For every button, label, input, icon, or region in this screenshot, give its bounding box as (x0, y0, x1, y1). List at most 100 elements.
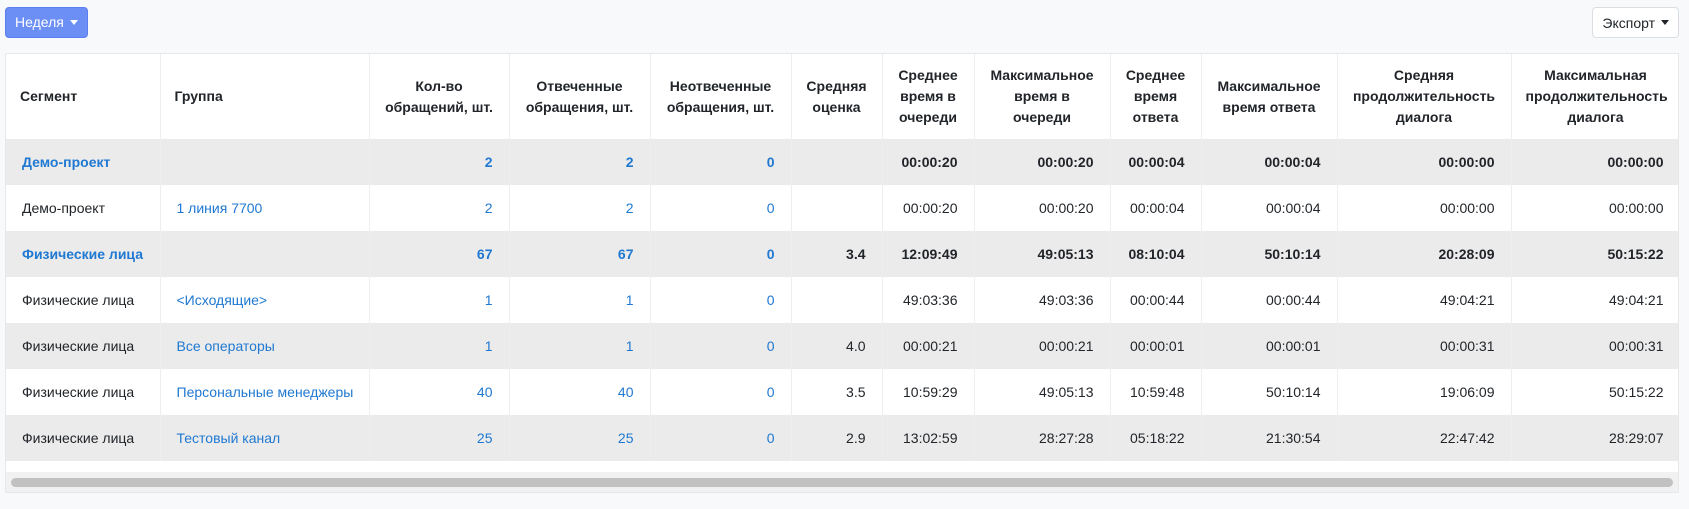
period-dropdown-label: Неделя (15, 14, 64, 30)
max-dialog-cell: 00:00:31 (1511, 323, 1678, 369)
rating-cell (791, 139, 883, 185)
rating-cell: 4.0 (791, 323, 883, 369)
answered-cell[interactable]: 1 (509, 277, 651, 323)
max-dialog-cell: 00:00:00 (1511, 185, 1678, 231)
header-avg-answer[interactable]: Среднее время ответа (1110, 54, 1202, 139)
table-row: Демо-проект 2 2 0 00:00:20 00:00:20 00:0… (6, 139, 1678, 185)
total-cell[interactable]: 2 (369, 185, 510, 231)
period-dropdown-button[interactable]: Неделя (5, 7, 88, 38)
max-queue-cell: 49:05:13 (974, 369, 1111, 415)
total-cell[interactable]: 25 (369, 415, 510, 461)
segment-cell[interactable]: Демо-проект (6, 139, 161, 185)
total-cell[interactable]: 1 (369, 323, 510, 369)
max-queue-cell: 00:00:20 (974, 139, 1111, 185)
header-max-dialog[interactable]: Максимальная продолжительность диалога (1511, 54, 1678, 139)
avg-answer-cell: 00:00:04 (1110, 139, 1202, 185)
total-cell[interactable]: 1 (369, 277, 510, 323)
table-row: Физические лица Персональные менеджеры 4… (6, 369, 1678, 415)
header-unanswered[interactable]: Неотвеченные обращения, шт. (650, 54, 792, 139)
header-rating[interactable]: Средняя оценка (791, 54, 883, 139)
report-table: Сегмент Группа Кол-во обращений, шт. Отв… (6, 54, 1678, 461)
toolbar: Неделя Экспорт (0, 0, 1689, 50)
segment-cell: Физические лица (6, 323, 161, 369)
total-cell[interactable]: 40 (369, 369, 510, 415)
answered-cell[interactable]: 1 (509, 323, 651, 369)
horizontal-scrollbar[interactable] (6, 472, 1678, 492)
max-dialog-cell: 49:04:21 (1511, 277, 1678, 323)
answered-cell[interactable]: 67 (509, 231, 651, 277)
avg-queue-cell: 00:00:21 (882, 323, 975, 369)
avg-queue-cell: 13:02:59 (882, 415, 975, 461)
avg-dialog-cell: 00:00:00 (1337, 139, 1512, 185)
max-queue-cell: 00:00:21 (974, 323, 1111, 369)
total-cell[interactable]: 2 (369, 139, 510, 185)
group-cell[interactable]: Персональные менеджеры (160, 369, 370, 415)
header-avg-dialog[interactable]: Средняя продолжительность диалога (1337, 54, 1512, 139)
answered-cell[interactable]: 2 (509, 185, 651, 231)
table-row: Физические лица Тестовый канал 25 25 0 2… (6, 415, 1678, 461)
group-cell (160, 231, 370, 277)
export-dropdown-button[interactable]: Экспорт (1592, 7, 1679, 38)
answered-cell[interactable]: 25 (509, 415, 651, 461)
rating-cell (791, 185, 883, 231)
scrollbar-thumb[interactable] (11, 478, 1673, 487)
avg-dialog-cell: 20:28:09 (1337, 231, 1512, 277)
avg-dialog-cell: 00:00:00 (1337, 185, 1512, 231)
max-answer-cell: 00:00:01 (1201, 323, 1338, 369)
max-queue-cell: 49:03:36 (974, 277, 1111, 323)
max-answer-cell: 00:00:04 (1201, 139, 1338, 185)
answered-cell[interactable]: 2 (509, 139, 651, 185)
header-max-answer[interactable]: Максимальное время ответа (1201, 54, 1338, 139)
group-cell[interactable]: Тестовый канал (160, 415, 370, 461)
header-answered[interactable]: Отвеченные обращения, шт. (509, 54, 651, 139)
max-dialog-cell: 00:00:00 (1511, 139, 1678, 185)
max-answer-cell: 50:10:14 (1201, 369, 1338, 415)
unanswered-cell[interactable]: 0 (650, 139, 792, 185)
segment-cell: Физические лица (6, 277, 161, 323)
header-max-queue[interactable]: Максимальное время в очереди (974, 54, 1111, 139)
max-answer-cell: 21:30:54 (1201, 415, 1338, 461)
rating-cell: 2.9 (791, 415, 883, 461)
unanswered-cell[interactable]: 0 (650, 369, 792, 415)
avg-answer-cell: 00:00:44 (1110, 277, 1202, 323)
table-header-row: Сегмент Группа Кол-во обращений, шт. Отв… (6, 54, 1678, 139)
answered-cell[interactable]: 40 (509, 369, 651, 415)
chevron-down-icon (69, 20, 78, 25)
unanswered-cell[interactable]: 0 (650, 185, 792, 231)
group-cell (160, 139, 370, 185)
avg-answer-cell: 10:59:48 (1110, 369, 1202, 415)
total-cell[interactable]: 67 (369, 231, 510, 277)
max-dialog-cell: 50:15:22 (1511, 231, 1678, 277)
avg-dialog-cell: 00:00:31 (1337, 323, 1512, 369)
max-queue-cell: 28:27:28 (974, 415, 1111, 461)
header-avg-queue[interactable]: Среднее время в очереди (882, 54, 975, 139)
unanswered-cell[interactable]: 0 (650, 415, 792, 461)
max-answer-cell: 50:10:14 (1201, 231, 1338, 277)
rating-cell: 3.5 (791, 369, 883, 415)
rating-cell (791, 277, 883, 323)
table-row: Физические лица <Исходящие> 1 1 0 49:03:… (6, 277, 1678, 323)
max-answer-cell: 00:00:44 (1201, 277, 1338, 323)
rating-cell: 3.4 (791, 231, 883, 277)
header-segment[interactable]: Сегмент (6, 54, 161, 139)
avg-dialog-cell: 22:47:42 (1337, 415, 1512, 461)
avg-queue-cell: 10:59:29 (882, 369, 975, 415)
group-cell[interactable]: 1 линия 7700 (160, 185, 370, 231)
avg-dialog-cell: 49:04:21 (1337, 277, 1512, 323)
max-queue-cell: 49:05:13 (974, 231, 1111, 277)
header-total[interactable]: Кол-во обращений, шт. (369, 54, 510, 139)
segment-cell: Физические лица (6, 415, 161, 461)
max-dialog-cell: 28:29:07 (1511, 415, 1678, 461)
unanswered-cell[interactable]: 0 (650, 231, 792, 277)
table-row: Физические лица 67 67 0 3.4 12:09:49 49:… (6, 231, 1678, 277)
max-dialog-cell: 50:15:22 (1511, 369, 1678, 415)
group-cell[interactable]: Все операторы (160, 323, 370, 369)
unanswered-cell[interactable]: 0 (650, 277, 792, 323)
avg-queue-cell: 00:00:20 (882, 185, 975, 231)
segment-cell[interactable]: Физические лица (6, 231, 161, 277)
chevron-down-icon (1661, 20, 1669, 25)
group-cell[interactable]: <Исходящие> (160, 277, 370, 323)
unanswered-cell[interactable]: 0 (650, 323, 792, 369)
header-group[interactable]: Группа (160, 54, 370, 139)
segment-cell: Физические лица (6, 369, 161, 415)
